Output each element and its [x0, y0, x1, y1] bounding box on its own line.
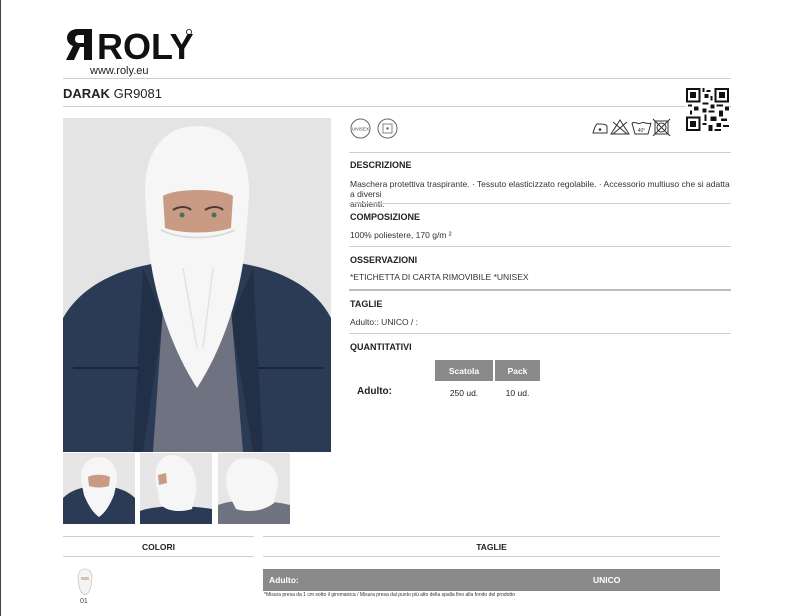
- qty-header-scatola: Scatola: [435, 360, 493, 381]
- size-table-row: Adulto: UNICO: [263, 569, 720, 591]
- color-code: 01: [80, 598, 88, 605]
- no-bleach-icon: [610, 119, 630, 135]
- thumbnail-front[interactable]: [63, 453, 135, 524]
- iron-icon: [592, 123, 608, 134]
- descrizione-line: ambienti.: [350, 199, 385, 209]
- taglie-text: Adulto:: UNICO / :: [350, 317, 419, 327]
- care-icons: 40°: [592, 118, 671, 137]
- size-row-value: UNICO: [593, 575, 621, 585]
- divider: [263, 536, 720, 537]
- unisex-label: UNISEX: [352, 127, 369, 132]
- divider: [349, 203, 731, 204]
- qty-value-pack: 10 ud.: [505, 388, 530, 398]
- product-name: DARAK: [63, 86, 110, 101]
- fabric-tag-icon: [377, 118, 398, 139]
- osservazioni-text: *ETICHETTA DI CARTA RIMOVIBILE *UNISEX: [350, 272, 529, 282]
- size-row-label: Adulto:: [269, 575, 299, 585]
- qr-code-icon: [686, 88, 729, 131]
- divider: [349, 289, 731, 291]
- divider: [63, 78, 731, 79]
- color-swatch-white[interactable]: [74, 568, 96, 596]
- taglie-table-title: TAGLIE: [476, 542, 507, 552]
- divider: [349, 333, 731, 334]
- descrizione-label: DESCRIZIONE: [350, 160, 412, 170]
- no-tumble-dry-icon: [652, 118, 671, 137]
- descrizione-line: Maschera protettiva traspirante. · Tessu…: [350, 179, 730, 199]
- product-title: DARAK GR9081: [63, 86, 162, 101]
- divider: [63, 106, 731, 107]
- quantitativi-label: QUANTITATIVI: [350, 342, 412, 352]
- measurement-footnote: *Misura presa da 1 cm sotto il giromanic…: [264, 592, 515, 598]
- product-sheet: ROLY www.roly.eu DARAK GR9081 UNISEX 40°…: [0, 0, 793, 616]
- descrizione-text: Maschera protettiva traspirante. · Tessu…: [350, 179, 730, 209]
- product-code: GR9081: [113, 86, 162, 101]
- divider: [263, 556, 720, 557]
- qty-row-label: Adulto:: [357, 386, 392, 397]
- taglie-label: TAGLIE: [350, 299, 383, 309]
- thumbnail-profile[interactable]: [218, 453, 290, 524]
- divider: [63, 536, 254, 537]
- qty-header-pack: Pack: [495, 360, 540, 381]
- osservazioni-label: OSSERVAZIONI: [350, 255, 418, 265]
- website-url[interactable]: www.roly.eu: [90, 65, 148, 77]
- logo-wordmark: ROLY: [97, 26, 194, 64]
- main-product-photo: [63, 118, 331, 452]
- divider: [63, 556, 254, 557]
- roly-logo: ROLY: [66, 26, 194, 64]
- unisex-icon: UNISEX: [350, 118, 371, 139]
- page-left-border: [0, 0, 1, 616]
- thumbnail-side[interactable]: [140, 453, 212, 524]
- qty-value-scatola: 250 ud.: [449, 388, 479, 398]
- composizione-text: 100% poliestere, 170 g/m ²: [350, 230, 452, 240]
- composizione-label: COMPOSIZIONE: [350, 212, 421, 222]
- divider: [349, 246, 731, 247]
- wash-temperature: 40°: [638, 128, 646, 134]
- colori-title: COLORI: [141, 542, 176, 552]
- divider: [349, 152, 731, 153]
